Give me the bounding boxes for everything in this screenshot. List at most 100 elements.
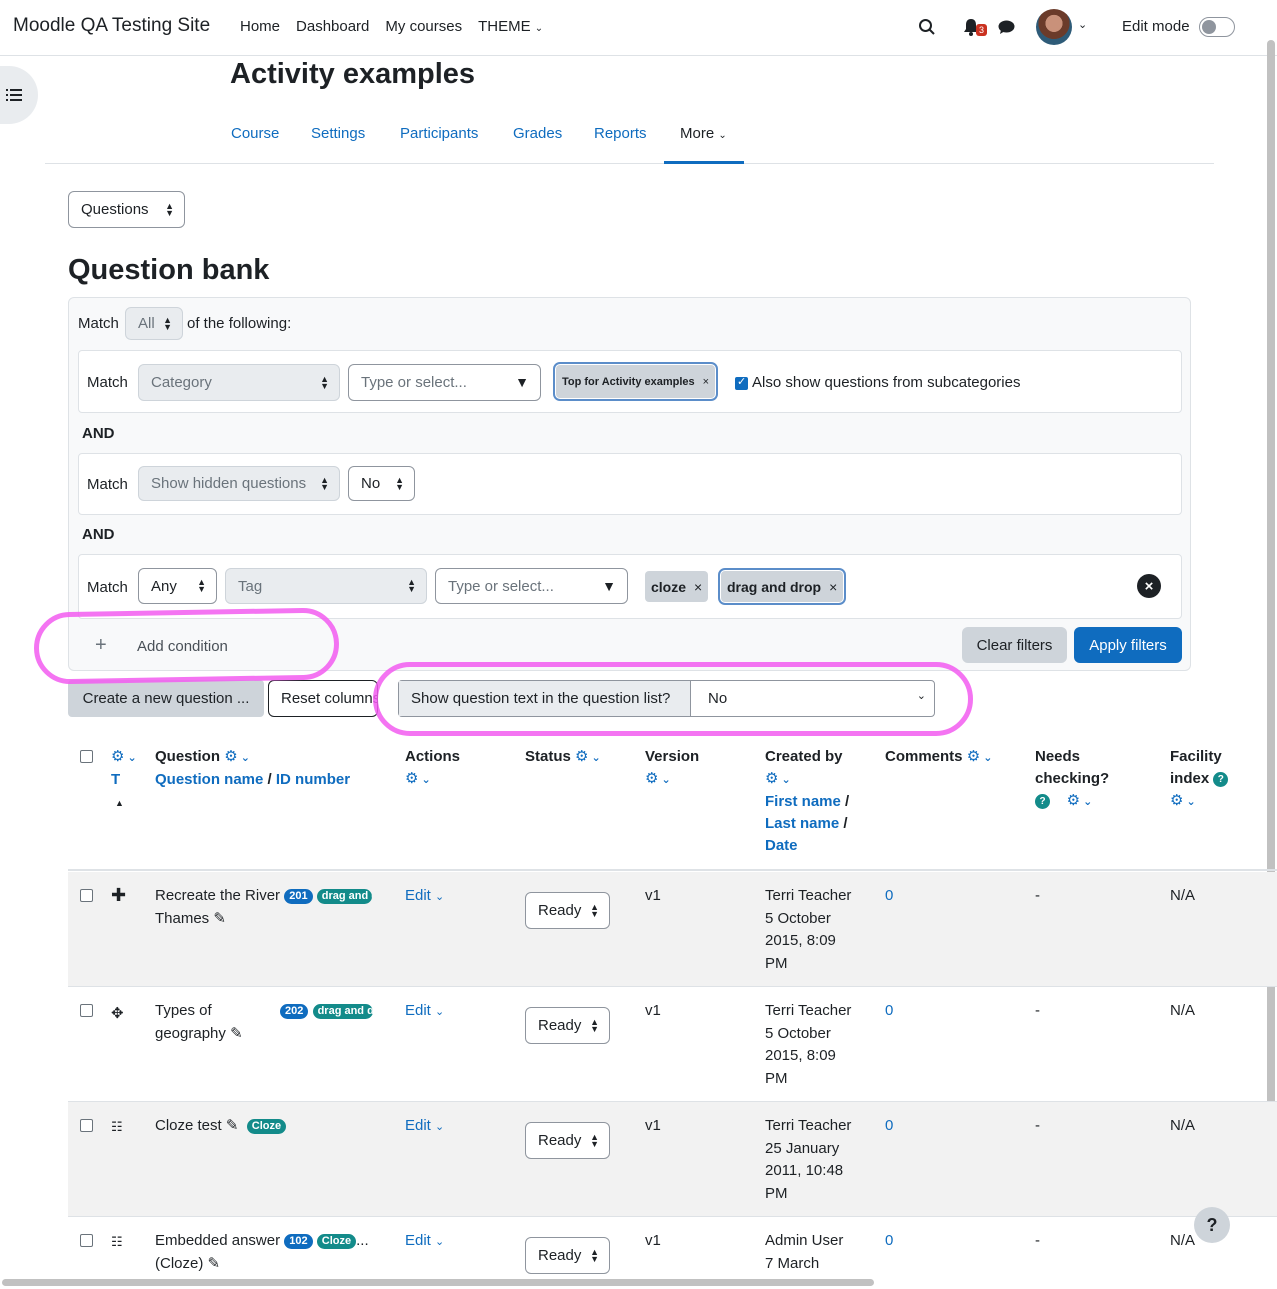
- id-number-sort-link[interactable]: ID number: [276, 771, 350, 788]
- nav-theme[interactable]: THEME ⌄: [478, 18, 543, 35]
- created-by-cell: Admin User 7 March: [765, 1230, 875, 1275]
- chat-icon[interactable]: [995, 16, 1017, 38]
- created-date: 2015, 8:09: [765, 932, 836, 949]
- first-name-sort-link[interactable]: First name: [765, 793, 841, 810]
- status-column-header: Status ⚙ ⌄: [525, 746, 601, 769]
- type-sort-link[interactable]: T: [111, 771, 120, 788]
- version-cell: v1: [645, 1232, 661, 1249]
- tab-more[interactable]: More ⌄: [680, 125, 727, 142]
- row-checkbox[interactable]: [80, 1119, 93, 1132]
- status-select[interactable]: Ready ▲ ▼: [525, 1007, 610, 1044]
- edit-action-menu[interactable]: Edit ⌄: [405, 885, 444, 909]
- gear-icon[interactable]: ⚙: [967, 748, 980, 765]
- help-icon[interactable]: ?: [1035, 793, 1050, 809]
- tab-settings[interactable]: Settings: [311, 125, 365, 142]
- gear-icon[interactable]: ⚙: [1170, 792, 1183, 809]
- gear-icon[interactable]: ⚙: [575, 748, 588, 765]
- edit-action-menu[interactable]: Edit ⌄: [405, 1000, 444, 1024]
- help-button[interactable]: ?: [1194, 1207, 1230, 1243]
- match-all-select[interactable]: All ▲ ▼: [125, 307, 183, 340]
- horizontal-scrollbar[interactable]: [2, 1279, 874, 1286]
- tag-badge: Cloze: [316, 1233, 357, 1249]
- edit-link[interactable]: Edit: [405, 1117, 431, 1134]
- pencil-icon[interactable]: ✎: [230, 1025, 243, 1042]
- tab-reports[interactable]: Reports: [594, 125, 647, 142]
- needs-checking-cell: -: [1035, 1117, 1040, 1134]
- gear-icon[interactable]: ⚙: [111, 748, 124, 765]
- hidden-condition: Match Show hidden questions ▲ ▼ No ▲ ▼: [78, 453, 1182, 515]
- close-icon[interactable]: ×: [694, 579, 702, 595]
- actions-header-label: Actions: [405, 748, 461, 765]
- comments-link[interactable]: 0: [885, 1002, 893, 1019]
- nav-home[interactable]: Home: [240, 18, 280, 35]
- date-sort-link[interactable]: Date: [765, 837, 798, 854]
- remove-condition-icon[interactable]: ×: [1137, 574, 1161, 598]
- status-select[interactable]: Ready ▲ ▼: [525, 1237, 610, 1274]
- comments-link[interactable]: 0: [885, 1117, 893, 1134]
- gear-icon[interactable]: ⚙: [405, 770, 418, 787]
- category-type-input[interactable]: Type or select... ▼: [348, 364, 541, 401]
- help-icon[interactable]: ?: [1213, 771, 1229, 787]
- questions-select[interactable]: Questions ▲ ▼: [68, 191, 185, 228]
- hidden-select-value: Show hidden questions: [151, 475, 307, 492]
- subcategories-checkbox[interactable]: [735, 375, 748, 390]
- tab-participants[interactable]: Participants: [400, 125, 478, 142]
- hidden-field-select[interactable]: Show hidden questions ▲ ▼: [138, 466, 340, 501]
- tab-course[interactable]: Course: [231, 125, 279, 142]
- gear-icon[interactable]: ⚙: [765, 770, 778, 787]
- pencil-icon[interactable]: ✎: [226, 1117, 239, 1134]
- status-select[interactable]: Ready ▲ ▼: [525, 892, 610, 929]
- question-name: Cloze test: [155, 1117, 222, 1134]
- close-icon[interactable]: ×: [829, 579, 837, 595]
- edit-link[interactable]: Edit: [405, 887, 431, 904]
- gear-icon[interactable]: ⚙: [224, 748, 237, 765]
- pencil-icon[interactable]: ✎: [208, 1255, 221, 1272]
- comments-link[interactable]: 0: [885, 887, 893, 904]
- tag-type-input[interactable]: Type or select... ▼: [435, 568, 628, 604]
- row-checkbox[interactable]: [80, 1234, 93, 1247]
- edit-action-menu[interactable]: Edit ⌄: [405, 1230, 444, 1254]
- reset-columns-button[interactable]: Reset columns: [268, 680, 378, 717]
- pencil-icon[interactable]: ✎: [213, 910, 226, 927]
- apply-filters-button[interactable]: Apply filters: [1074, 627, 1182, 663]
- status-value: Ready: [538, 1017, 582, 1034]
- site-name[interactable]: Moodle QA Testing Site: [13, 15, 210, 37]
- last-name-sort-link[interactable]: Last name: [765, 815, 839, 832]
- category-field-select[interactable]: Category ▲ ▼: [138, 364, 340, 401]
- type-column-header[interactable]: ⚙ ⌄ T ▲: [111, 746, 137, 814]
- match-label: Match: [87, 476, 128, 493]
- match-label: Match: [78, 315, 119, 332]
- row-checkbox[interactable]: [80, 1004, 93, 1017]
- clear-filters-button[interactable]: Clear filters: [962, 627, 1067, 663]
- gear-icon[interactable]: ⚙: [645, 770, 658, 787]
- close-icon[interactable]: ×: [703, 376, 709, 388]
- tag-chip-cloze[interactable]: cloze ×: [645, 571, 709, 602]
- edit-link[interactable]: Edit: [405, 1002, 431, 1019]
- gear-icon[interactable]: ⚙: [1067, 792, 1080, 809]
- type-placeholder: Type or select...: [361, 374, 467, 391]
- create-new-question-button[interactable]: Create a new question ...: [68, 680, 264, 717]
- tag-field-select[interactable]: Tag ▲ ▼: [225, 568, 427, 604]
- chevron-down-icon[interactable]: ⌄: [1078, 18, 1087, 31]
- edit-mode-label: Edit mode: [1122, 18, 1190, 35]
- edit-link[interactable]: Edit: [405, 1232, 431, 1249]
- nav-dashboard[interactable]: Dashboard: [296, 18, 369, 35]
- edit-action-menu[interactable]: Edit ⌄: [405, 1115, 444, 1139]
- tag-match-select[interactable]: Any ▲ ▼: [138, 568, 217, 604]
- status-select[interactable]: Ready ▲ ▼: [525, 1122, 610, 1159]
- avatar[interactable]: [1036, 9, 1072, 45]
- row-checkbox[interactable]: [80, 889, 93, 902]
- select-arrows-icon: ▲ ▼: [320, 373, 329, 391]
- edit-mode-toggle[interactable]: [1199, 17, 1235, 37]
- select-all-checkbox[interactable]: [80, 750, 93, 763]
- question-name-sort-link[interactable]: Question name: [155, 771, 263, 788]
- chevron-down-icon: ⌄: [237, 752, 250, 764]
- nav-my-courses[interactable]: My courses: [385, 18, 462, 35]
- hidden-value-select[interactable]: No ▲ ▼: [348, 466, 415, 501]
- category-chip[interactable]: Top for Activity examples ×: [552, 362, 719, 401]
- course-index-drawer-button[interactable]: [0, 66, 38, 124]
- tag-chip-drag-and-drop[interactable]: drag and drop ×: [717, 568, 847, 605]
- search-icon[interactable]: [916, 16, 938, 38]
- comments-link[interactable]: 0: [885, 1232, 893, 1249]
- tab-grades[interactable]: Grades: [513, 125, 562, 142]
